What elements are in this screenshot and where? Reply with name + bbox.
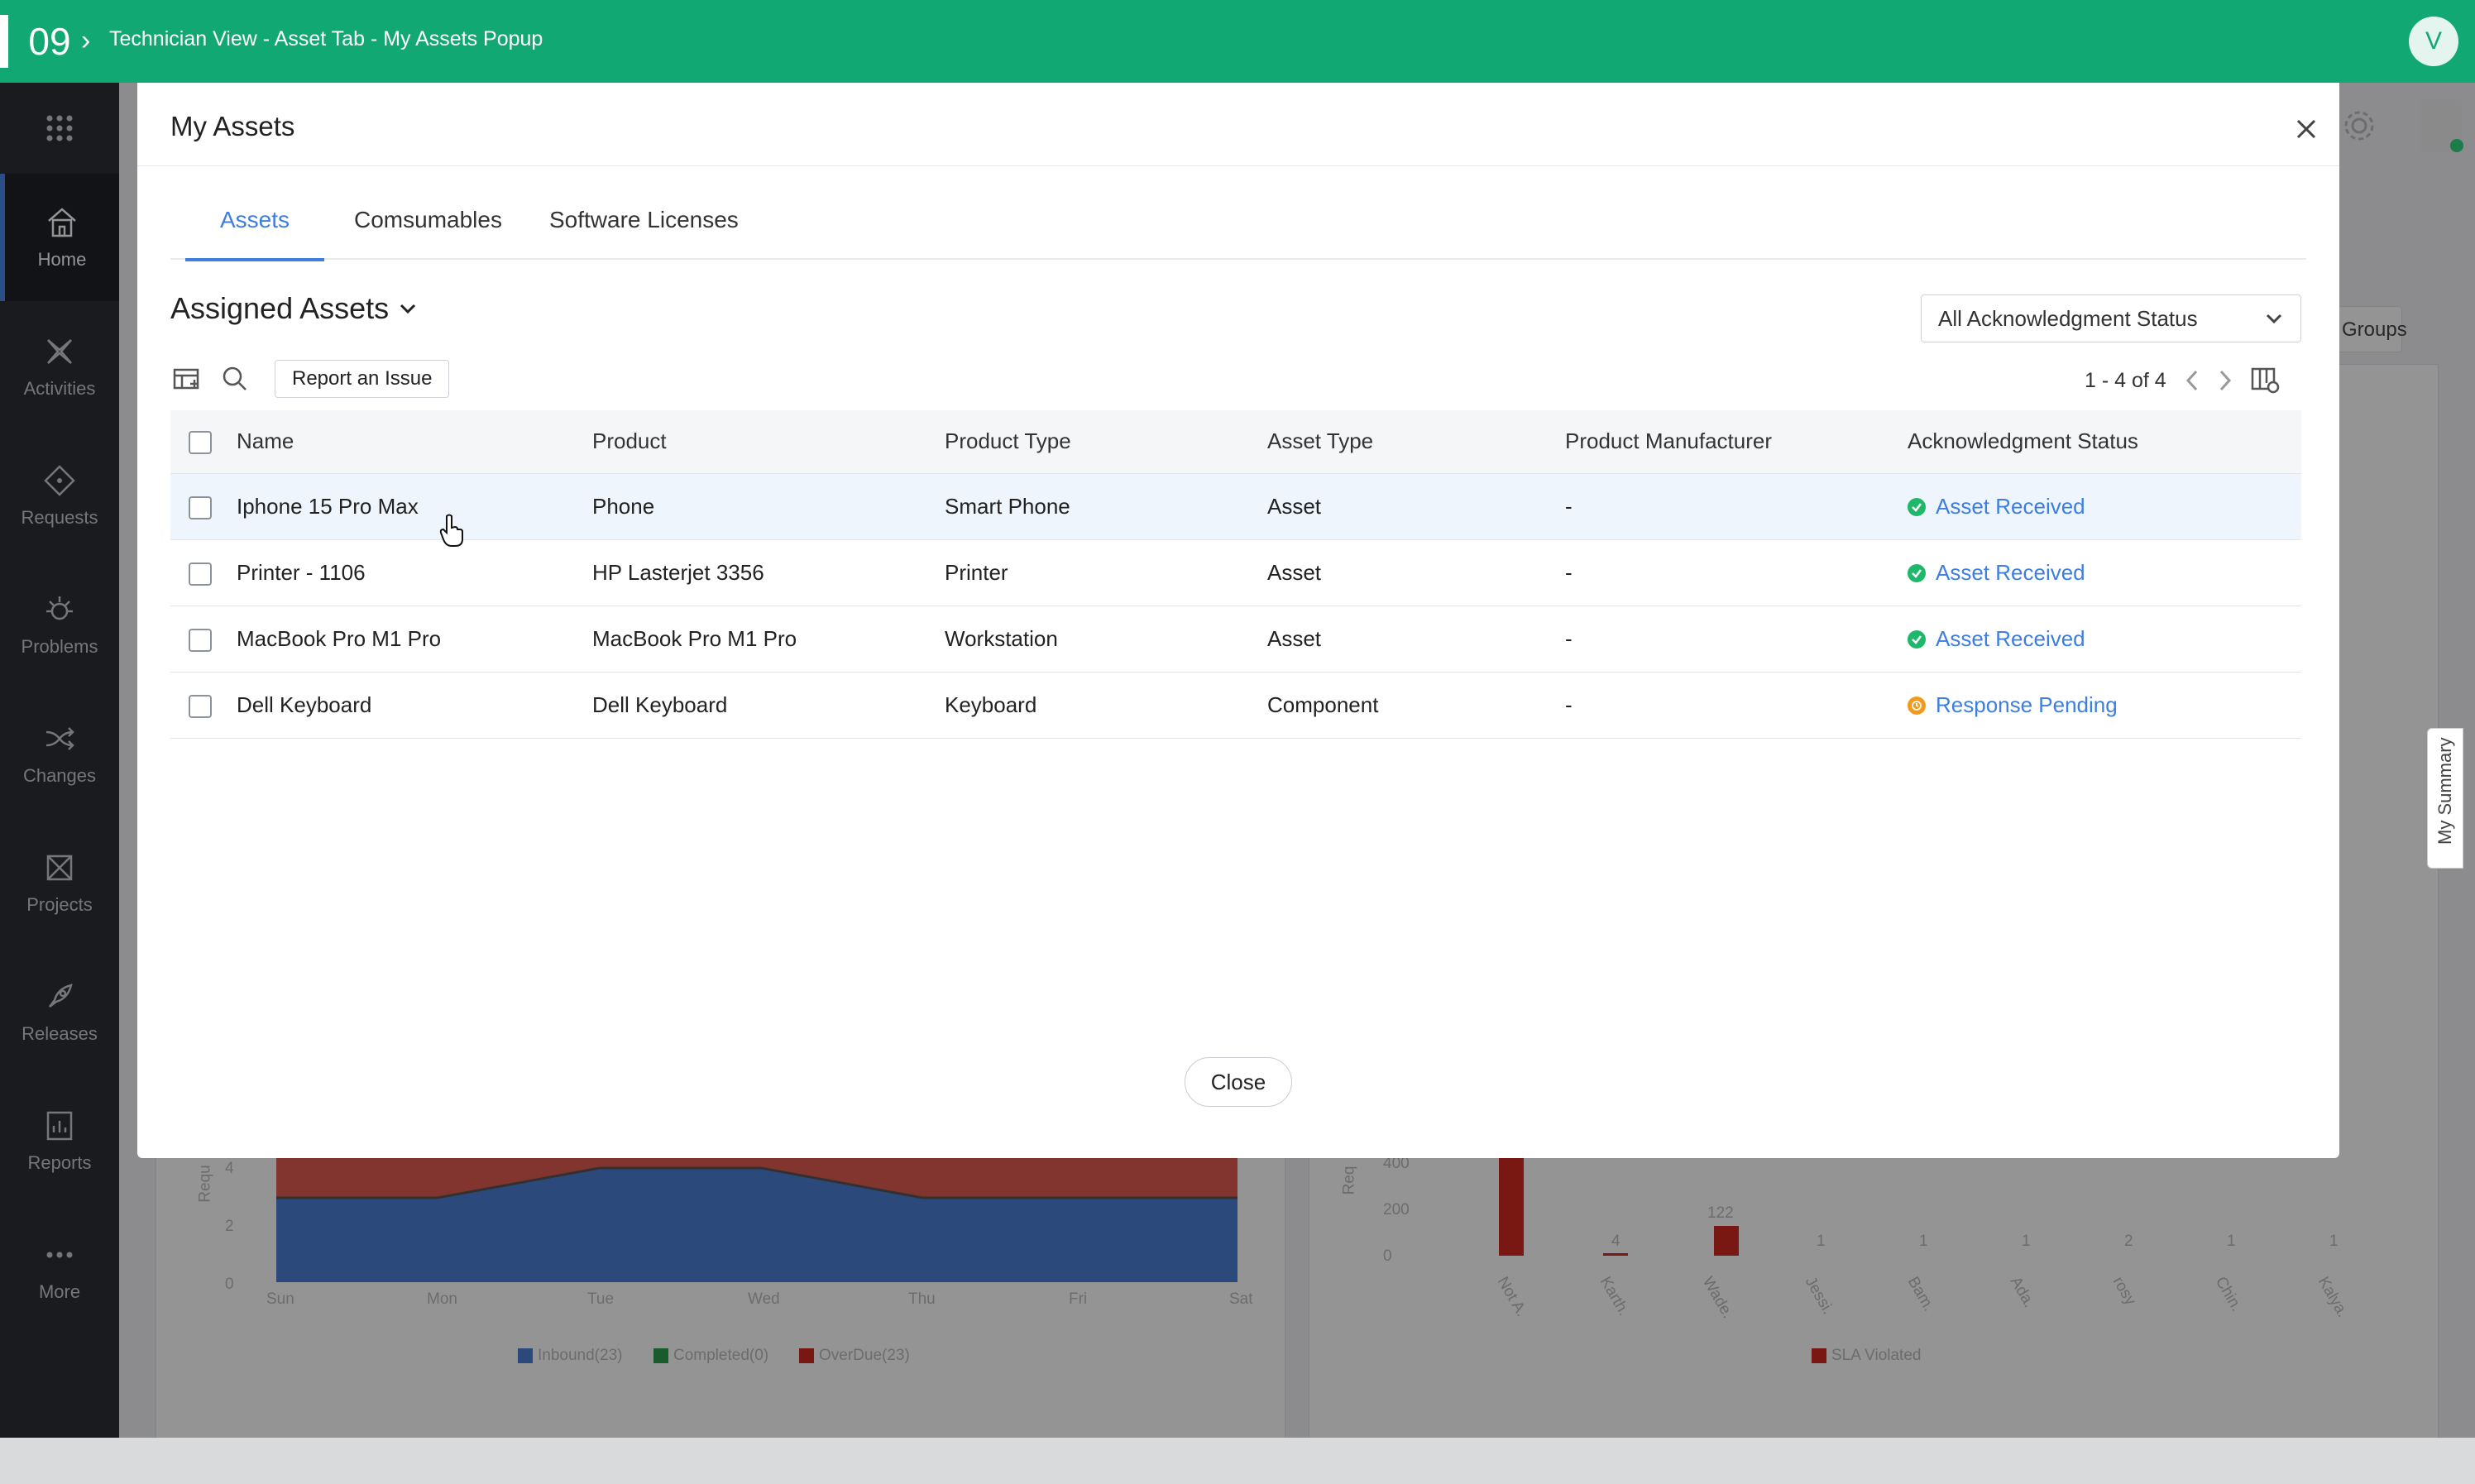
- select-all-cell: [170, 410, 237, 474]
- table-row[interactable]: Printer - 1106 HP Lasterjet 3356 Printer As…: [170, 539, 2301, 606]
- tab-assets[interactable]: Assets: [185, 205, 324, 261]
- assets-table: Name Product Product Type Asset Type Pro…: [170, 410, 2301, 739]
- close-button[interactable]: Close: [1185, 1057, 1292, 1107]
- view-name: Assigned Assets: [170, 291, 390, 325]
- my-assets-modal: My Assets Assets Comsumables Software Li…: [137, 83, 2339, 1158]
- chevron-right-icon[interactable]: [2218, 369, 2233, 392]
- pagination-count: 1 - 4 of 4: [2085, 368, 2166, 392]
- pagination: 1 - 4 of 4: [2085, 364, 2281, 397]
- asset-type-cell: Component: [1267, 672, 1565, 739]
- name-cell[interactable]: Iphone 15 Pro Max: [237, 473, 592, 540]
- acknowledgment-status-cell: Asset Received: [1908, 539, 2301, 606]
- status-link[interactable]: Response Pending: [1908, 692, 2118, 718]
- chevron-left-icon[interactable]: [2185, 369, 2200, 392]
- row-select-cell: [170, 539, 237, 606]
- acknowledgment-status-cell: Asset Received: [1908, 473, 2301, 540]
- check-circle-icon: [1908, 630, 1926, 649]
- table-row[interactable]: Iphone 15 Pro Max Phone Smart Phone Asset - …: [170, 473, 2301, 540]
- manufacturer-cell: -: [1565, 539, 1908, 606]
- status-link[interactable]: Asset Received: [1908, 560, 2085, 586]
- clock-icon: [1908, 696, 1926, 715]
- status-text: Asset Received: [1936, 560, 2085, 586]
- row-checkbox[interactable]: [189, 562, 212, 586]
- col-name[interactable]: Name: [237, 410, 592, 474]
- select-all-checkbox[interactable]: [189, 431, 212, 455]
- ack-filter-label: All Acknowledgment Status: [1938, 305, 2198, 331]
- name-cell[interactable]: Printer - 1106: [237, 539, 592, 606]
- row-select-cell: [170, 672, 237, 739]
- product-cell: Phone: [592, 473, 945, 540]
- acknowledgment-status-cell: Asset Received: [1908, 606, 2301, 673]
- top-bar: 09 › Technician View - Asset Tab - My As…: [0, 0, 2475, 83]
- view-selector[interactable]: Assigned Assets: [170, 291, 417, 326]
- manufacturer-cell: -: [1565, 606, 1908, 673]
- acknowledgment-status-cell: Response Pending: [1908, 672, 2301, 739]
- table-toolbar: Report an Issue: [170, 359, 450, 399]
- tab-software-licenses[interactable]: Software Licenses: [549, 205, 739, 260]
- name-cell[interactable]: Dell Keyboard: [237, 672, 592, 739]
- col-acknowledgment-status[interactable]: Acknowledgment Status: [1908, 410, 2301, 474]
- product-cell: Dell Keyboard: [592, 672, 945, 739]
- product-type-cell: Workstation: [945, 606, 1267, 673]
- status-link[interactable]: Asset Received: [1908, 494, 2085, 519]
- breadcrumb-separator-icon: ›: [81, 25, 91, 56]
- product-type-cell: Keyboard: [945, 672, 1267, 739]
- hand-cursor-icon: [439, 514, 463, 547]
- modal-divider: [137, 165, 2339, 166]
- asset-type-cell: Asset: [1267, 473, 1565, 540]
- asset-type-cell: Asset: [1267, 539, 1565, 606]
- name-cell[interactable]: MacBook Pro M1 Pro: [237, 606, 592, 673]
- row-select-cell: [170, 606, 237, 673]
- product-cell: MacBook Pro M1 Pro: [592, 606, 945, 673]
- asset-type-cell: Asset: [1267, 606, 1565, 673]
- chevron-down-icon: [400, 304, 416, 314]
- search-icon[interactable]: [218, 362, 251, 395]
- online-status-dot: [2450, 139, 2463, 152]
- gear-icon[interactable]: [2341, 108, 2377, 144]
- footer-strip: [0, 1438, 2475, 1484]
- check-circle-icon: [1908, 497, 1926, 516]
- acknowledgment-status-filter[interactable]: All Acknowledgment Status: [1921, 294, 2301, 342]
- table-header-row: Name Product Product Type Asset Type Pro…: [170, 410, 2301, 474]
- table-settings-icon[interactable]: [170, 362, 203, 395]
- breadcrumb: Technician View - Asset Tab - My Assets …: [109, 27, 543, 50]
- col-asset-type[interactable]: Asset Type: [1267, 410, 1565, 474]
- my-summary-tab[interactable]: My Summary: [2427, 728, 2463, 869]
- product-type-cell: Smart Phone: [945, 473, 1267, 540]
- row-select-cell: [170, 473, 237, 540]
- user-avatar[interactable]: V: [2409, 17, 2458, 66]
- report-issue-button[interactable]: Report an Issue: [275, 360, 450, 398]
- manufacturer-cell: -: [1565, 672, 1908, 739]
- product-cell: HP Lasterjet 3356: [592, 539, 945, 606]
- status-link[interactable]: Asset Received: [1908, 626, 2085, 652]
- column-chooser-icon[interactable]: [2251, 366, 2281, 395]
- chevron-down-icon: [2266, 314, 2282, 324]
- modal-title: My Assets: [170, 111, 295, 141]
- row-checkbox[interactable]: [189, 495, 212, 519]
- product-type-cell: Printer: [945, 539, 1267, 606]
- status-text: Response Pending: [1936, 692, 2118, 718]
- status-text: Asset Received: [1936, 494, 2085, 519]
- step-number: 09: [0, 15, 91, 68]
- row-checkbox[interactable]: [189, 694, 212, 718]
- col-product-type[interactable]: Product Type: [945, 410, 1267, 474]
- col-product-manufacturer[interactable]: Product Manufacturer: [1565, 410, 1908, 474]
- close-icon[interactable]: [2291, 114, 2321, 144]
- col-product[interactable]: Product: [592, 410, 945, 474]
- manufacturer-cell: -: [1565, 473, 1908, 540]
- row-checkbox[interactable]: [189, 628, 212, 652]
- status-text: Asset Received: [1936, 626, 2085, 652]
- table-row[interactable]: Dell Keyboard Dell Keyboard Keyboard Compon…: [170, 672, 2301, 739]
- my-summary-label: My Summary: [2434, 737, 2455, 845]
- table-row[interactable]: MacBook Pro M1 Pro MacBook Pro M1 Pro Work…: [170, 606, 2301, 673]
- tab-consumables[interactable]: Comsumables: [354, 205, 502, 260]
- asset-tabs: Assets Comsumables Software Licenses: [170, 205, 2306, 261]
- check-circle-icon: [1908, 563, 1926, 582]
